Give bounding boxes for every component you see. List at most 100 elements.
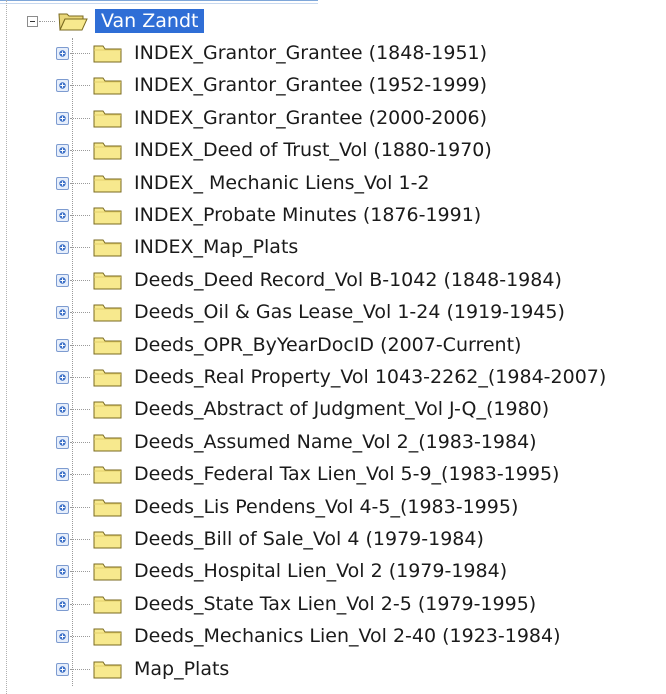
plus-expander-icon[interactable] xyxy=(56,533,69,546)
tree-item-label[interactable]: INDEX_Probate Minutes (1876-1991) xyxy=(134,203,481,227)
plus-expander-icon[interactable] xyxy=(56,306,69,320)
folder-icon xyxy=(93,628,122,646)
tree-item[interactable]: INDEX_Probate Minutes (1876-1991) xyxy=(56,200,666,232)
tree-item-label[interactable]: INDEX_Grantor_Grantee (2000-2006) xyxy=(134,106,487,130)
plus-expander-icon[interactable] xyxy=(56,47,69,60)
folder-icon xyxy=(93,466,122,484)
tree-connector xyxy=(70,571,90,573)
plus-expander-icon[interactable] xyxy=(56,435,69,449)
tree-item[interactable]: Map_Plats xyxy=(56,654,666,686)
folder-icon xyxy=(93,434,122,452)
tree-connector xyxy=(70,182,90,184)
folder-icon xyxy=(93,563,122,581)
tree-connector xyxy=(70,312,90,314)
tree-item-label[interactable]: Deeds_OPR_ByYearDocID (2007-Current) xyxy=(134,333,521,357)
tree-item-label[interactable]: Deeds_State Tax Lien_Vol 2-5 (1979-1995) xyxy=(134,592,536,616)
tree-item[interactable]: INDEX_ Mechanic Liens_Vol 1-2 xyxy=(56,168,666,200)
tree-item[interactable]: Deeds_Deed Record_Vol B-1042 (1848-1984) xyxy=(56,265,666,297)
folder-icon xyxy=(93,175,122,193)
tree-item-label[interactable]: Deeds_Real Property_Vol 1043-2262_(1984-… xyxy=(134,365,606,389)
tree-item-label[interactable]: INDEX_Map_Plats xyxy=(134,235,298,259)
tree-item[interactable]: Deeds_Real Property_Vol 1043-2262_(1984-… xyxy=(56,362,666,394)
tree-connector xyxy=(70,409,90,411)
tree-item-label[interactable]: INDEX_ Mechanic Liens_Vol 1-2 xyxy=(134,171,430,195)
tree-item[interactable]: INDEX_Grantor_Grantee (1848-1951) xyxy=(56,38,666,70)
tree-item-label[interactable]: Deeds_Mechanics Lien_Vol 2-40 (1923-1984… xyxy=(134,624,561,648)
plus-expander-icon[interactable] xyxy=(56,111,69,125)
tree-item[interactable]: Deeds_State Tax Lien_Vol 2-5 (1979-1995) xyxy=(56,589,666,621)
plus-expander-icon[interactable] xyxy=(56,241,69,255)
tree-item-label[interactable]: Deeds_Assumed Name_Vol 2_(1983-1984) xyxy=(134,430,537,454)
plus-expander-icon[interactable] xyxy=(56,338,69,352)
tree-connector xyxy=(70,53,90,54)
tree-connector xyxy=(70,150,90,152)
tree-item[interactable]: INDEX_Grantor_Grantee (2000-2006) xyxy=(56,103,666,135)
tree-connector xyxy=(70,474,90,476)
folder-icon xyxy=(93,531,122,549)
tree-connector xyxy=(70,247,90,249)
folder-icon xyxy=(93,337,122,355)
tree-connector xyxy=(70,668,90,670)
tree-item[interactable]: INDEX_Grantor_Grantee (1952-1999) xyxy=(56,70,666,102)
tree-item[interactable]: Deeds_Federal Tax Lien_Vol 5-9_(1983-199… xyxy=(56,459,666,491)
tree-item-label[interactable]: INDEX_Grantor_Grantee (1848-1951) xyxy=(134,41,487,65)
tree-connector xyxy=(70,603,90,605)
tree-item-label[interactable]: Deeds_Bill of Sale_Vol 4 (1979-1984) xyxy=(134,527,484,551)
plus-expander-icon[interactable] xyxy=(56,662,69,676)
tree-item-label[interactable]: INDEX_Deed of Trust_Vol (1880-1970) xyxy=(134,138,492,162)
tree-item-label[interactable]: Deeds_Abstract of Judgment_Vol J-Q_(1980… xyxy=(134,397,549,421)
folder-icon xyxy=(93,142,122,160)
tree-connector xyxy=(70,117,90,119)
tree-item-label[interactable]: Deeds_Federal Tax Lien_Vol 5-9_(1983-199… xyxy=(134,462,559,486)
plus-expander-icon[interactable] xyxy=(56,565,69,579)
tree-connector xyxy=(70,506,90,508)
minus-collapse-icon[interactable] xyxy=(27,16,38,27)
tree-item-label[interactable]: Deeds_Oil & Gas Lease_Vol 1-24 (1919-194… xyxy=(134,300,565,324)
tree-connector xyxy=(70,441,90,443)
tree-item[interactable]: Deeds_Hospital Lien_Vol 2 (1979-1984) xyxy=(56,556,666,588)
folder-icon xyxy=(93,272,122,290)
tree-item[interactable]: INDEX_Map_Plats xyxy=(56,232,666,264)
tree-item[interactable]: Deeds_Assumed Name_Vol 2_(1983-1984) xyxy=(56,427,666,459)
tree-item[interactable]: Deeds_Bill of Sale_Vol 4 (1979-1984) xyxy=(56,524,666,556)
tree-item[interactable]: Deeds_Oil & Gas Lease_Vol 1-24 (1919-194… xyxy=(56,297,666,329)
tree-item-label[interactable]: Deeds_Deed Record_Vol B-1042 (1848-1984) xyxy=(134,268,562,292)
folder-icon xyxy=(93,304,122,322)
tree-connector xyxy=(39,21,55,22)
tree-item-label[interactable]: INDEX_Grantor_Grantee (1952-1999) xyxy=(134,73,487,97)
folder-icon xyxy=(93,207,122,225)
plus-expander-icon[interactable] xyxy=(56,630,69,644)
folder-icon xyxy=(93,45,122,63)
plus-expander-icon[interactable] xyxy=(56,176,69,190)
plus-expander-icon[interactable] xyxy=(56,597,69,611)
tree-item-label[interactable]: Deeds_Lis Pendens_Vol 4-5_(1983-1995) xyxy=(134,495,518,519)
plus-expander-icon[interactable] xyxy=(56,273,69,287)
tree-connector xyxy=(70,85,90,87)
tree-item[interactable]: Deeds_OPR_ByYearDocID (2007-Current) xyxy=(56,330,666,362)
plus-expander-icon[interactable] xyxy=(56,500,69,514)
plus-expander-icon[interactable] xyxy=(56,403,69,417)
tree-item[interactable]: Deeds_Abstract of Judgment_Vol J-Q_(1980… xyxy=(56,394,666,426)
plus-expander-icon[interactable] xyxy=(56,79,69,93)
tree-item[interactable]: Deeds_Lis Pendens_Vol 4-5_(1983-1995) xyxy=(56,492,666,524)
plus-expander-icon[interactable] xyxy=(56,209,69,222)
folder-icon xyxy=(93,499,122,517)
folder-icon xyxy=(93,77,122,95)
folder-icon xyxy=(93,239,122,257)
tree-root-node[interactable]: Van Zandt xyxy=(27,8,327,36)
plus-expander-icon[interactable] xyxy=(56,371,69,384)
folder-icon xyxy=(93,596,122,614)
tree-connector xyxy=(70,636,90,638)
tree-connector xyxy=(70,215,90,216)
tree-item[interactable]: INDEX_Deed of Trust_Vol (1880-1970) xyxy=(56,135,666,167)
tree-root-label[interactable]: Van Zandt xyxy=(95,9,205,33)
folder-tree: Van Zandt INDEX_Grantor_Grantee (1848-19… xyxy=(0,0,666,694)
open-folder-icon xyxy=(58,13,88,31)
tree-item-label[interactable]: Deeds_Hospital Lien_Vol 2 (1979-1984) xyxy=(134,559,507,583)
plus-expander-icon[interactable] xyxy=(56,144,69,158)
tree-item-label[interactable]: Map_Plats xyxy=(134,657,229,681)
folder-icon xyxy=(93,661,122,679)
plus-expander-icon[interactable] xyxy=(56,468,69,482)
tree-connector xyxy=(70,279,90,281)
tree-item[interactable]: Deeds_Mechanics Lien_Vol 2-40 (1923-1984… xyxy=(56,621,666,653)
